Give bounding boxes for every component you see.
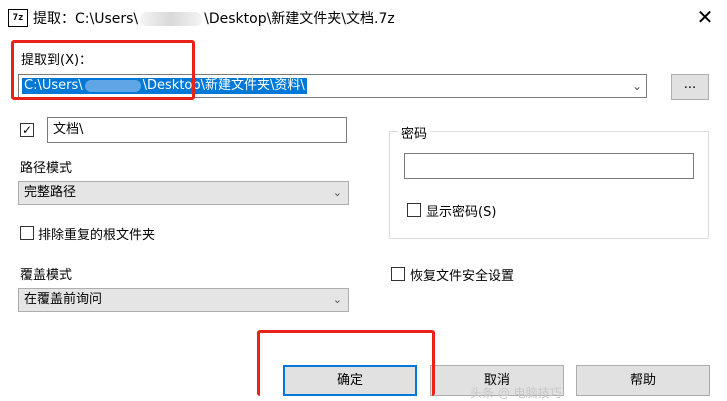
chevron-down-icon: ⌄ <box>332 186 342 199</box>
overwrite-mode-dropdown[interactable]: 在覆盖前询问 ⌄ <box>18 288 349 312</box>
show-password-checkbox[interactable] <box>407 203 421 217</box>
restore-security-label[interactable]: 恢复文件安全设置 <box>410 265 514 284</box>
browse-button[interactable]: ... <box>671 74 709 100</box>
password-label: 密码 <box>398 123 431 142</box>
window-title-suffix: \Desktop\新建文件夹\文档.7z <box>204 11 395 27</box>
overwrite-mode-selected: 在覆盖前询问 <box>24 292 103 307</box>
path-mode-label: 路径模式 <box>20 161 73 176</box>
path-mode-selected: 完整路径 <box>24 185 77 200</box>
7zip-app-icon: 7z <box>8 9 28 27</box>
window-title-prefix: 提取：C:\Users\ <box>33 11 139 27</box>
password-input[interactable] <box>404 153 694 179</box>
password-group <box>389 131 709 239</box>
help-button[interactable]: 帮助 <box>576 365 710 396</box>
restore-security-checkbox[interactable] <box>391 267 405 281</box>
subfolder-name-input[interactable]: 文档\ <box>47 117 347 143</box>
highlight-box-ok-button <box>257 330 435 396</box>
eliminate-duplicates-label[interactable]: 排除重复的根文件夹 <box>38 224 155 243</box>
redacted-username <box>140 12 203 26</box>
path-mode-dropdown[interactable]: 完整路径 ⌄ <box>18 181 349 205</box>
highlight-box-extract-path <box>11 40 195 100</box>
overwrite-mode-label: 覆盖模式 <box>20 268 73 283</box>
chevron-down-icon: ⌄ <box>332 293 342 306</box>
show-password-label[interactable]: 显示密码(S) <box>426 201 496 220</box>
window-title: 提取：C:\Users\ \Desktop\新建文件夹\文档.7z <box>33 8 395 28</box>
chevron-down-icon[interactable]: ⌄ <box>632 79 642 93</box>
close-button[interactable]: ✕ <box>683 0 727 34</box>
watermark: 头条 @ 电脑技巧 <box>470 386 562 400</box>
subfolder-checkbox[interactable]: ✓ <box>20 123 34 137</box>
eliminate-duplicates-checkbox[interactable] <box>20 226 34 240</box>
